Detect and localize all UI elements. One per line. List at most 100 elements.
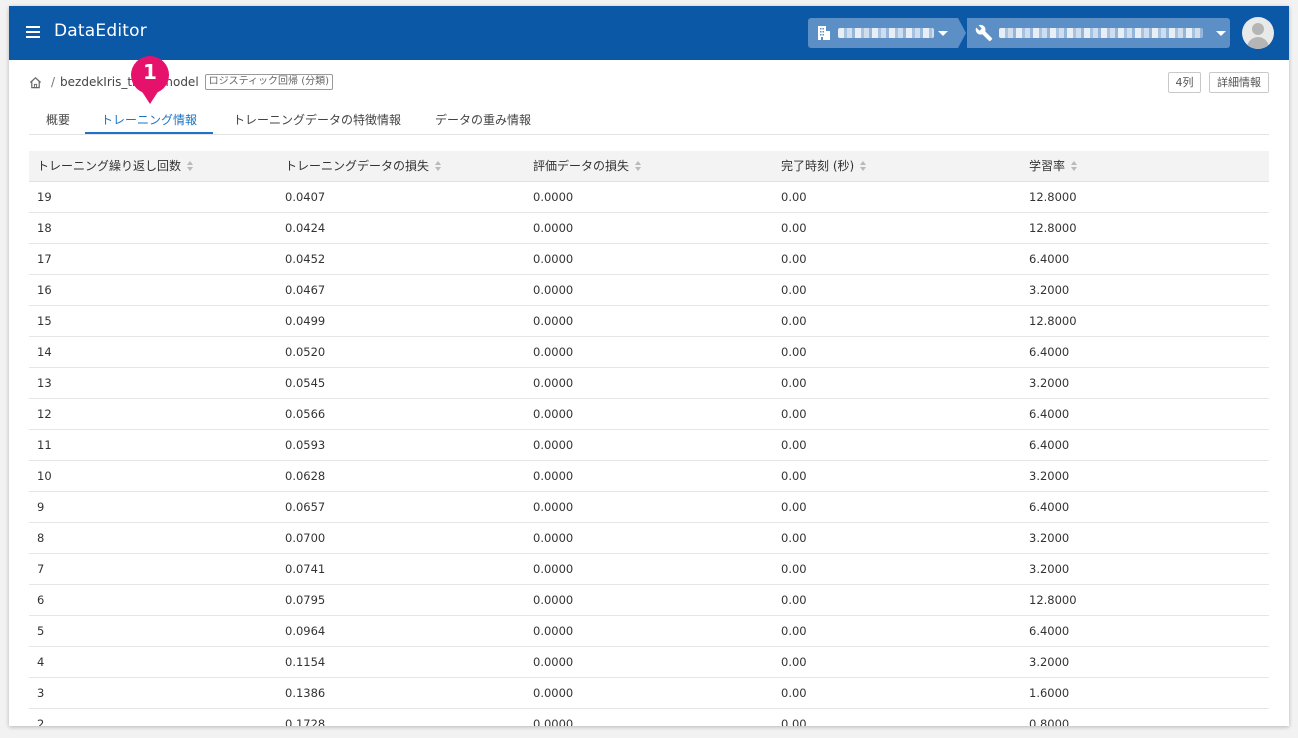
sort-icon[interactable] xyxy=(1071,161,1079,171)
cell-learning-rate: 6.4000 xyxy=(1029,252,1070,266)
cell-learning-rate: 12.8000 xyxy=(1029,593,1077,607)
cell-training-loss: 0.0467 xyxy=(285,283,326,297)
column-header-label: トレーニングデータの損失 xyxy=(285,159,430,173)
building-icon xyxy=(818,26,830,40)
cell-iteration: 7 xyxy=(37,562,45,576)
column-header-iterations[interactable]: トレーニング繰り返し回数 xyxy=(37,151,195,182)
cell-eval-loss: 0.0000 xyxy=(533,562,574,576)
project-selector[interactable] xyxy=(967,18,1230,48)
cell-completion-time: 0.00 xyxy=(781,593,807,607)
cell-learning-rate: 3.2000 xyxy=(1029,283,1070,297)
cell-completion-time: 0.00 xyxy=(781,376,807,390)
table-row: 13 0.0545 0.0000 0.00 3.2000 xyxy=(29,368,1269,399)
chevron-down-icon xyxy=(1216,31,1226,36)
cell-learning-rate: 6.4000 xyxy=(1029,500,1070,514)
step-callout-badge: 1 xyxy=(127,54,173,108)
model-type-badge: ロジスティック回帰 (分類) xyxy=(204,74,334,90)
cell-eval-loss: 0.0000 xyxy=(533,655,574,669)
columns-button[interactable]: 4列 xyxy=(1168,72,1201,93)
cell-eval-loss: 0.0000 xyxy=(533,593,574,607)
cell-completion-time: 0.00 xyxy=(781,407,807,421)
table-header: トレーニング繰り返し回数 トレーニングデータの損失 評価データの損失 完了時刻 … xyxy=(29,151,1269,182)
cell-training-loss: 0.0964 xyxy=(285,624,326,638)
cell-training-loss: 0.0593 xyxy=(285,438,326,452)
column-header-completion-time[interactable]: 完了時刻 (秒) xyxy=(781,151,868,182)
cell-eval-loss: 0.0000 xyxy=(533,469,574,483)
cell-completion-time: 0.00 xyxy=(781,655,807,669)
breadcrumb-separator: / xyxy=(51,75,56,89)
table-row: 12 0.0566 0.0000 0.00 6.4000 xyxy=(29,399,1269,430)
cell-iteration: 5 xyxy=(37,624,45,638)
tab-data-weights[interactable]: データの重み情報 xyxy=(421,111,545,134)
table-row: 3 0.1386 0.0000 0.00 1.6000 xyxy=(29,678,1269,709)
cell-eval-loss: 0.0000 xyxy=(533,686,574,700)
cell-iteration: 4 xyxy=(37,655,45,669)
cell-iteration: 15 xyxy=(37,314,52,328)
cell-iteration: 11 xyxy=(37,438,52,452)
cell-training-loss: 0.0520 xyxy=(285,345,326,359)
step-number: 1 xyxy=(143,60,157,84)
tab-training-info[interactable]: トレーニング情報 xyxy=(85,111,213,134)
cell-iteration: 12 xyxy=(37,407,52,421)
table-row: 9 0.0657 0.0000 0.00 6.4000 xyxy=(29,492,1269,523)
cell-learning-rate: 6.4000 xyxy=(1029,624,1070,638)
cell-training-loss: 0.0407 xyxy=(285,190,326,204)
cell-iteration: 14 xyxy=(37,345,52,359)
hamburger-menu-icon[interactable] xyxy=(26,26,40,38)
table-row: 6 0.0795 0.0000 0.00 12.8000 xyxy=(29,585,1269,616)
sort-icon[interactable] xyxy=(435,161,443,171)
table-row: 17 0.0452 0.0000 0.00 6.4000 xyxy=(29,244,1269,275)
cell-training-loss: 0.0628 xyxy=(285,469,326,483)
cell-completion-time: 0.00 xyxy=(781,283,807,297)
cell-eval-loss: 0.0000 xyxy=(533,190,574,204)
cell-completion-time: 0.00 xyxy=(781,500,807,514)
cell-completion-time: 0.00 xyxy=(781,314,807,328)
home-icon[interactable] xyxy=(29,76,42,89)
wrench-icon xyxy=(975,24,993,42)
cell-completion-time: 0.00 xyxy=(781,190,807,204)
cell-learning-rate: 12.8000 xyxy=(1029,314,1077,328)
cell-completion-time: 0.00 xyxy=(781,252,807,266)
user-avatar[interactable] xyxy=(1242,17,1274,49)
tab-training-data-features[interactable]: トレーニングデータの特徴情報 xyxy=(219,111,415,134)
cell-learning-rate: 3.2000 xyxy=(1029,376,1070,390)
cell-eval-loss: 0.0000 xyxy=(533,252,574,266)
table-body: 19 0.0407 0.0000 0.00 12.8000 18 0.0424 0.0000 0… xyxy=(29,182,1269,726)
column-header-training-loss[interactable]: トレーニングデータの損失 xyxy=(285,151,443,182)
cell-completion-time: 0.00 xyxy=(781,562,807,576)
sort-icon[interactable] xyxy=(635,161,643,171)
table-row: 16 0.0467 0.0000 0.00 3.2000 xyxy=(29,275,1269,306)
cell-iteration: 10 xyxy=(37,469,52,483)
cell-iteration: 16 xyxy=(37,283,52,297)
column-header-learning-rate[interactable]: 学習率 xyxy=(1029,151,1079,182)
cell-eval-loss: 0.0000 xyxy=(533,717,574,726)
sort-icon[interactable] xyxy=(187,161,195,171)
details-button[interactable]: 詳細情報 xyxy=(1209,72,1269,93)
breadcrumb: / bezdekIris_train_model ロジスティック回帰 (分類) xyxy=(29,73,334,91)
cell-learning-rate: 6.4000 xyxy=(1029,438,1070,452)
cell-eval-loss: 0.0000 xyxy=(533,500,574,514)
cell-learning-rate: 3.2000 xyxy=(1029,562,1070,576)
column-header-label: 学習率 xyxy=(1029,159,1066,173)
table-row: 5 0.0964 0.0000 0.00 6.4000 xyxy=(29,616,1269,647)
project-name-redacted xyxy=(999,28,1203,38)
cell-learning-rate: 1.6000 xyxy=(1029,686,1070,700)
cell-iteration: 19 xyxy=(37,190,52,204)
cell-training-loss: 0.0545 xyxy=(285,376,326,390)
tab-bar: 概要 トレーニング情報 トレーニングデータの特徴情報 データの重み情報 xyxy=(29,106,1269,135)
cell-completion-time: 0.00 xyxy=(781,345,807,359)
sort-icon[interactable] xyxy=(860,161,868,171)
cell-training-loss: 0.0795 xyxy=(285,593,326,607)
tab-overview[interactable]: 概要 xyxy=(29,111,87,134)
table-row: 18 0.0424 0.0000 0.00 12.8000 xyxy=(29,213,1269,244)
app-window: DataEditor / bezdekIris_train_model ロジステ… xyxy=(9,6,1289,726)
cell-training-loss: 0.0424 xyxy=(285,221,326,235)
column-header-eval-loss[interactable]: 評価データの損失 xyxy=(533,151,643,182)
cell-completion-time: 0.00 xyxy=(781,531,807,545)
table-row: 14 0.0520 0.0000 0.00 6.4000 xyxy=(29,337,1269,368)
cell-iteration: 13 xyxy=(37,376,52,390)
organization-selector[interactable] xyxy=(808,18,958,48)
cell-training-loss: 0.1154 xyxy=(285,655,326,669)
column-header-label: 評価データの損失 xyxy=(533,159,630,173)
cell-completion-time: 0.00 xyxy=(781,686,807,700)
